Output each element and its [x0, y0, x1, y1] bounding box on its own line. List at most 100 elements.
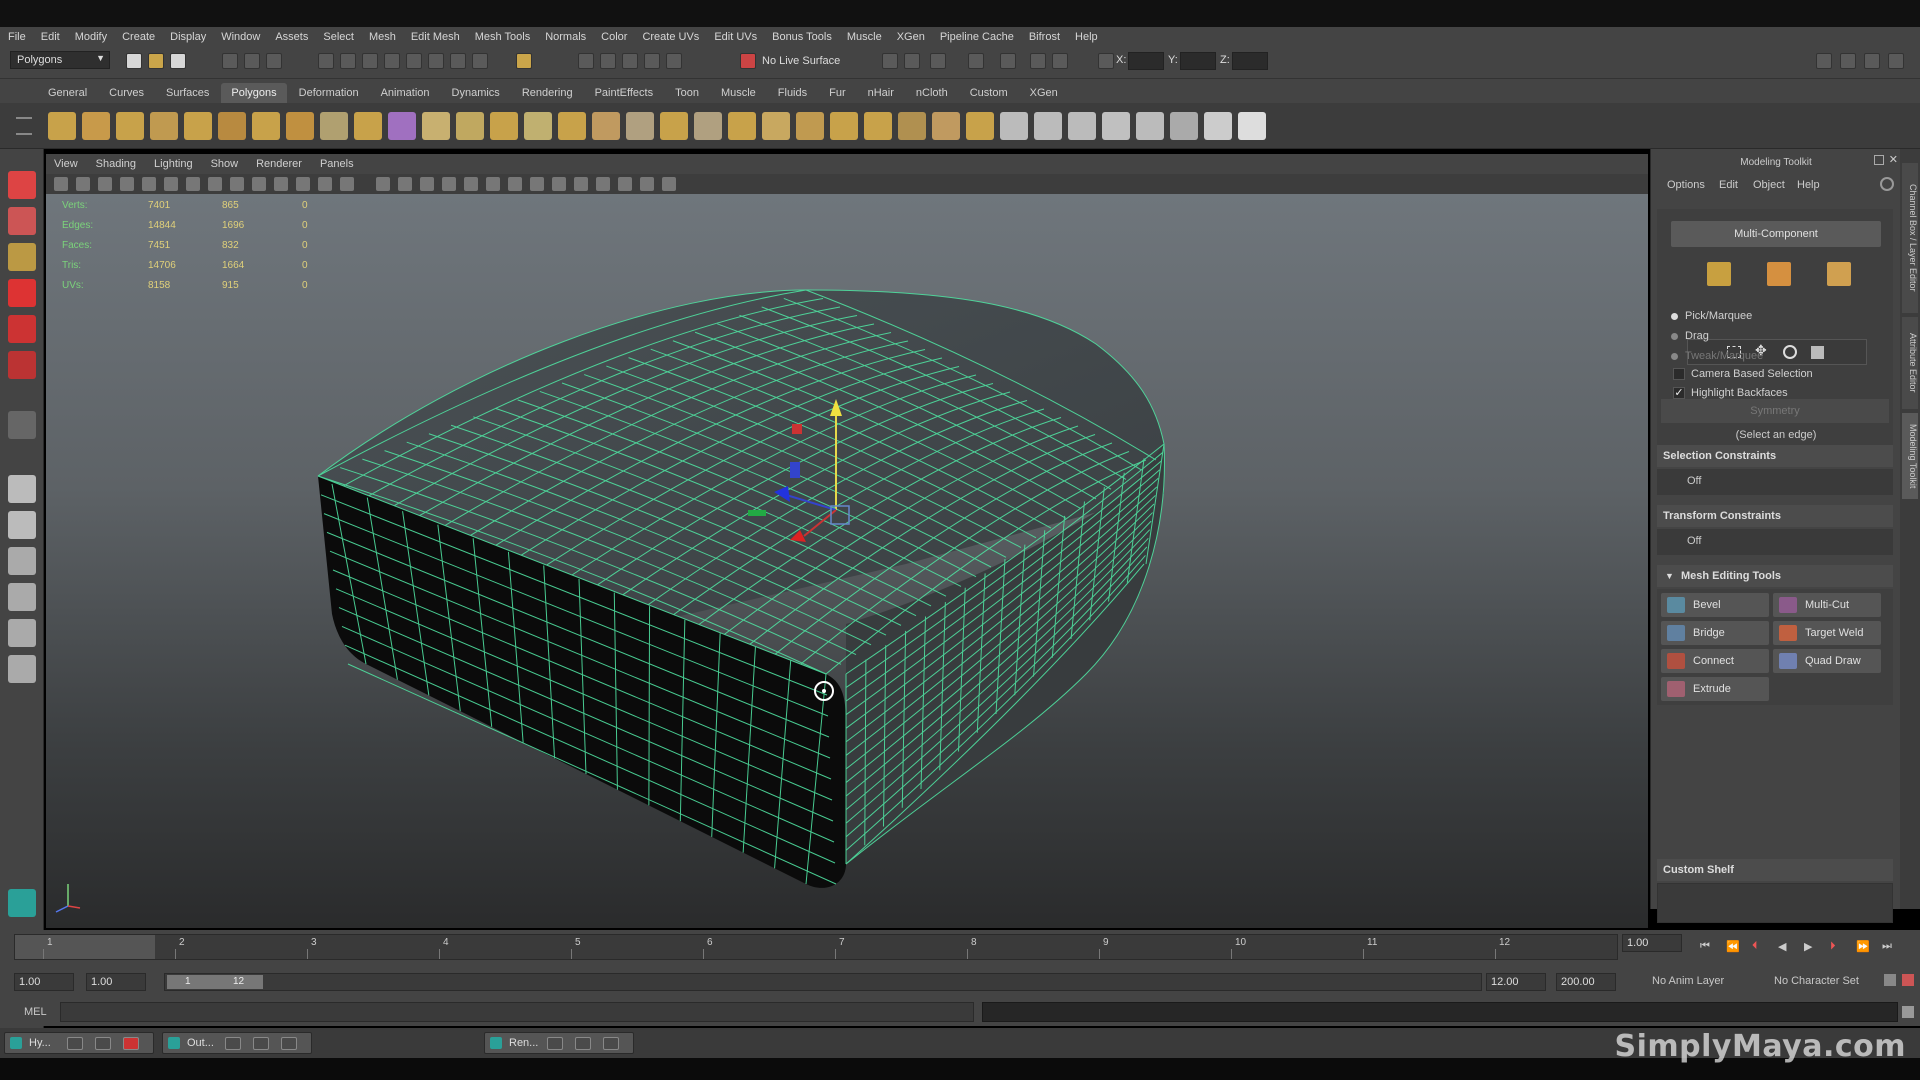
mt-menu-object[interactable]: Object	[1753, 179, 1785, 191]
poly-prism-icon[interactable]	[252, 112, 280, 140]
minimized-window[interactable]: Out...	[162, 1032, 312, 1054]
bridge-icon[interactable]	[762, 112, 790, 140]
maximize-window-icon[interactable]	[575, 1037, 591, 1050]
extract-icon[interactable]	[490, 112, 518, 140]
shelf-tab-dynamics[interactable]: Dynamics	[442, 83, 510, 103]
offset-edge-loop-icon[interactable]	[1034, 112, 1062, 140]
perspective-viewport[interactable]: Verts: 7401 865 0 Edges: 14844 1696 0 Faces: 7451…	[46, 194, 1648, 928]
power-icon[interactable]	[1880, 177, 1894, 191]
custom-shelf-header[interactable]: Custom Shelf	[1657, 859, 1893, 881]
shelf-menu-icon[interactable]	[16, 117, 32, 135]
tool-connect-button[interactable]: Connect	[1661, 649, 1769, 673]
ipr-render-icon[interactable]	[600, 53, 616, 69]
attribute-toggle-icon[interactable]	[904, 53, 920, 69]
restore-window-icon[interactable]	[67, 1037, 83, 1050]
shelf-tab-muscle[interactable]: Muscle	[711, 83, 766, 103]
layer-editor-icon[interactable]	[1000, 53, 1016, 69]
poly-pipe-icon[interactable]	[286, 112, 314, 140]
poke-icon[interactable]	[898, 112, 926, 140]
close-panel-icon[interactable]: ✕	[1889, 153, 1898, 166]
combine-icon[interactable]	[422, 112, 450, 140]
grid-icon[interactable]	[208, 177, 222, 191]
snap-to-grid-icon[interactable]	[318, 53, 334, 69]
maximize-window-icon[interactable]	[253, 1037, 269, 1050]
persp-uv-layout-icon[interactable]	[8, 655, 36, 683]
safe-action-icon[interactable]	[318, 177, 332, 191]
shelf-tab-animation[interactable]: Animation	[371, 83, 440, 103]
restore-window-icon[interactable]	[225, 1037, 241, 1050]
mt-menu-edit[interactable]: Edit	[1719, 179, 1738, 191]
poly-cylinder-icon[interactable]	[116, 112, 144, 140]
tool-bevel-button[interactable]: Bevel	[1661, 593, 1769, 617]
menu-bifrost[interactable]: Bifrost	[1029, 31, 1060, 43]
shadows-icon[interactable]	[486, 177, 500, 191]
lasso-tool-icon[interactable]	[8, 207, 36, 235]
animation-prefs-icon[interactable]	[1902, 974, 1914, 986]
y-field[interactable]	[1180, 52, 1216, 70]
go-to-end-icon[interactable]: ⏭	[1882, 940, 1892, 953]
modeling-toolkit-toggle-icon[interactable]	[1816, 53, 1832, 69]
camera-attributes-icon[interactable]	[98, 177, 112, 191]
outliner-icon[interactable]	[1030, 53, 1046, 69]
append-icon[interactable]	[932, 112, 960, 140]
checkmark-icon[interactable]: ✓	[1673, 387, 1685, 399]
lock-icon[interactable]	[516, 53, 532, 69]
menu-modify[interactable]: Modify	[75, 31, 107, 43]
step-back-key-icon[interactable]: ⏴	[1752, 940, 1758, 953]
select-camera-icon[interactable]	[54, 177, 68, 191]
channel-box-icon[interactable]	[968, 53, 984, 69]
attribute-editor-tab[interactable]: Attribute Editor	[1902, 317, 1918, 409]
command-language-label[interactable]: MEL	[24, 1006, 47, 1018]
tool-extrude-button[interactable]: Extrude	[1661, 677, 1769, 701]
sculpt-geometry-icon[interactable]	[728, 112, 756, 140]
menu-help[interactable]: Help	[1075, 31, 1098, 43]
menu-normals[interactable]: Normals	[545, 31, 586, 43]
menu-display[interactable]: Display	[170, 31, 206, 43]
tool-target-weld-button[interactable]: Target Weld	[1773, 621, 1881, 645]
shelf-tab-polygons[interactable]: Polygons	[221, 83, 287, 103]
menu-xgen[interactable]: XGen	[897, 31, 925, 43]
transform-input-icon[interactable]	[1098, 53, 1114, 69]
reduce-icon[interactable]	[694, 112, 722, 140]
checkbox-empty-icon[interactable]	[1673, 368, 1685, 380]
booleans-icon[interactable]	[524, 112, 552, 140]
fill-hole-icon[interactable]	[660, 112, 688, 140]
wireframe-icon[interactable]	[376, 177, 390, 191]
channel-box-tab[interactable]: Channel Box / Layer Editor	[1902, 163, 1918, 313]
screen-space-ao-icon[interactable]	[508, 177, 522, 191]
isolate-select-icon[interactable]	[596, 177, 610, 191]
safe-title-icon[interactable]	[340, 177, 354, 191]
menu-window[interactable]: Window	[221, 31, 260, 43]
transform-constraints-header[interactable]: Transform Constraints	[1657, 505, 1893, 527]
magnet-icon[interactable]	[740, 53, 756, 69]
paint-select-icon[interactable]	[1811, 346, 1824, 359]
wedge-icon[interactable]	[864, 112, 892, 140]
viewport-menu-renderer[interactable]: Renderer	[256, 158, 302, 170]
key-icon[interactable]	[1884, 974, 1896, 986]
time-slider-track[interactable]: 1 2 3 4 5 6 7 8 9 10 11 12	[14, 934, 1618, 960]
poly-torus-icon[interactable]	[218, 112, 246, 140]
insert-edge-loop-icon[interactable]	[1000, 112, 1028, 140]
script-editor-icon[interactable]	[1902, 1006, 1914, 1018]
shelf-tab-fluids[interactable]: Fluids	[768, 83, 817, 103]
viewport-menu-show[interactable]: Show	[211, 158, 239, 170]
uv-editor-icon[interactable]	[1238, 112, 1266, 140]
lasso-select-icon[interactable]	[1783, 345, 1797, 359]
persp-graph-layout-icon[interactable]	[8, 583, 36, 611]
separate-icon[interactable]	[456, 112, 484, 140]
end-time-field[interactable]: 200.00	[1556, 973, 1616, 991]
sidebar-toggle-icon[interactable]	[882, 53, 898, 69]
tool-bridge-button[interactable]: Bridge	[1661, 621, 1769, 645]
shelf-tab-toon[interactable]: Toon	[665, 83, 709, 103]
render-settings-icon[interactable]	[622, 53, 638, 69]
radio-drag[interactable]: Drag	[1671, 330, 1709, 342]
menu-set-dropdown[interactable]: Polygons ▼	[10, 51, 110, 69]
make-live-icon[interactable]	[406, 53, 422, 69]
shelf-tab-painteffects[interactable]: PaintEffects	[585, 83, 664, 103]
select-by-component-icon[interactable]	[266, 53, 282, 69]
z-field[interactable]	[1232, 52, 1268, 70]
use-all-lights-icon[interactable]	[464, 177, 478, 191]
mirror-geometry-icon[interactable]	[626, 112, 654, 140]
tool-settings-icon[interactable]	[930, 53, 946, 69]
float-panel-icon[interactable]	[1874, 155, 1884, 165]
